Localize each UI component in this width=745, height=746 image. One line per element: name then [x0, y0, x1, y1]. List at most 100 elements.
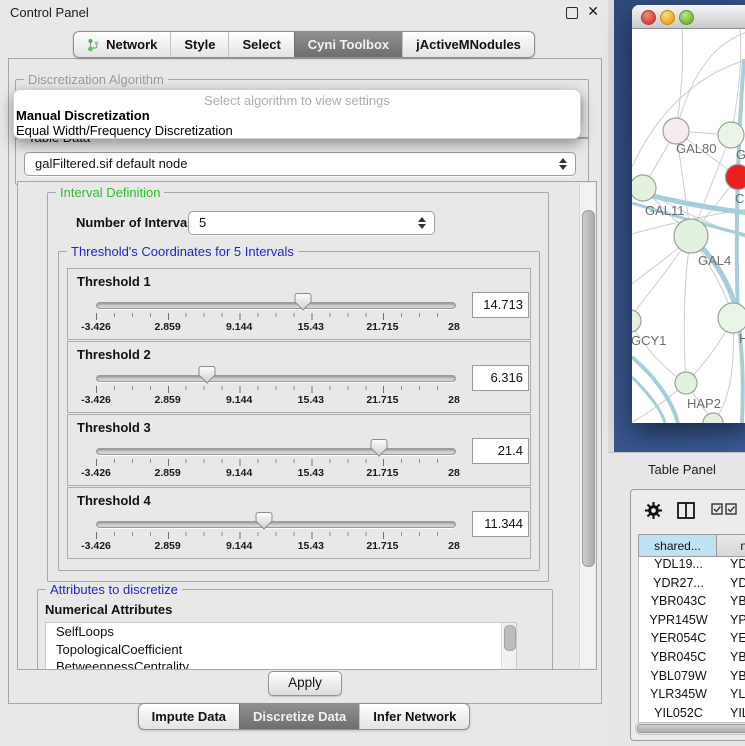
number-of-intervals-combobox[interactable]: 5 [188, 211, 435, 235]
tab-discretize-data[interactable]: Discretize Data [239, 704, 359, 729]
table-row[interactable]: YBL079WYBL0 [639, 669, 745, 688]
tab-infer-network[interactable]: Infer Network [359, 704, 469, 729]
tab-network-label: Network [106, 37, 157, 52]
table-body: YDL19...YDL1 YDR27...YDR2 YBR043CYBR0 YP… [638, 557, 745, 724]
threshold-1-value-field[interactable]: 14.713 [472, 292, 529, 318]
node-hap2[interactable] [675, 372, 697, 394]
table-row[interactable]: YDR27...YDR2 [639, 576, 745, 595]
table-row[interactable]: YER054CYER0 [639, 631, 745, 650]
zoom-traffic-light-icon[interactable] [679, 10, 694, 25]
tab-jactivemnodules[interactable]: jActiveMNodules [402, 32, 534, 57]
network-window-titlebar[interactable] [632, 5, 745, 29]
node-label: C [735, 191, 744, 206]
table-horizontal-scrollbar[interactable] [635, 722, 745, 735]
table-data-value: galFiltered.sif default node [35, 156, 187, 171]
table-row[interactable]: YLR345WYLR3 [639, 687, 745, 706]
slider-tick-labels: -3.4262.8599.14415.4321.71528 [96, 394, 454, 406]
list-item-topologicalcoefficient[interactable]: TopologicalCoefficient [46, 641, 516, 659]
bottom-tab-row: Impute Data Discretize Data Infer Networ… [0, 703, 608, 730]
close-traffic-light-icon[interactable] [641, 10, 656, 25]
node-h[interactable] [718, 303, 745, 333]
slider-major-ticks [96, 313, 455, 320]
table-row[interactable]: YDL19...YDL1 [639, 557, 745, 576]
checkboxes-icon[interactable] [711, 502, 737, 516]
top-tab-row: Network Style Select Cyni Toolbox jActiv… [0, 31, 608, 58]
slider-tick-labels: -3.4262.8599.14415.4321.71528 [96, 467, 454, 479]
node-label: GAL80 [676, 141, 716, 156]
columns-icon[interactable] [677, 502, 695, 519]
table-panel-toolbar [631, 490, 745, 528]
tab-select[interactable]: Select [228, 32, 293, 57]
column-header-shared-name[interactable]: shared... [638, 534, 717, 557]
table-panel-frame: shared... na YDL19...YDL1 YDR27...YDR2 Y… [630, 489, 745, 741]
algorithm-popup-prompt: Select algorithm to view settings [14, 93, 580, 108]
table-row[interactable]: YBR043CYBR0 [639, 594, 745, 613]
numerical-attributes-label: Numerical Attributes [45, 602, 172, 617]
float-window-icon[interactable] [566, 7, 578, 19]
node-label: HAP2 [687, 396, 721, 411]
node-gal4[interactable] [674, 219, 708, 253]
table-data-group: Table Data galFiltered.sif default node [15, 137, 589, 185]
thresholds-group: Threshold's Coordinates for 5 Intervals … [58, 251, 540, 571]
popup-item-equal-width-frequency[interactable]: Equal Width/Frequency Discretization [14, 123, 580, 138]
discretization-algorithm-title: Discretization Algorithm [24, 72, 168, 87]
node-ga[interactable] [718, 122, 744, 148]
node-red-selected[interactable] [726, 165, 745, 190]
threshold-2-value-field[interactable]: 6.316 [472, 365, 529, 391]
threshold-3-value-field[interactable]: 21.4 [472, 438, 529, 464]
threshold-1-label: Threshold 1 [77, 274, 151, 289]
combo-stepper-icon [559, 153, 569, 175]
slider-major-ticks [96, 386, 455, 393]
attributes-group: Attributes to discretize Numerical Attri… [37, 589, 553, 670]
apply-button[interactable]: Apply [268, 671, 342, 696]
node-label: GCY1 [632, 333, 666, 348]
node-table: shared... na YDL19...YDL1 YDR27...YDR2 Y… [638, 534, 745, 724]
thresholds-group-title: Threshold's Coordinates for 5 Intervals [67, 244, 298, 259]
table-data-combobox[interactable]: galFiltered.sif default node [24, 152, 576, 176]
tab-style[interactable]: Style [170, 32, 228, 57]
tab-cyni-toolbox[interactable]: Cyni Toolbox [294, 32, 402, 57]
threshold-row-3: Threshold 3 -3.4262.8599.14415.4321.7152… [67, 414, 531, 486]
tab-network[interactable]: Network [74, 32, 170, 57]
slider-tick-labels: -3.4262.8599.14415.4321.71528 [96, 540, 454, 552]
combo-stepper-icon [418, 212, 428, 234]
threshold-4-value-field[interactable]: 11.344 [472, 511, 529, 537]
number-of-intervals-label: Number of Intervals [76, 215, 198, 230]
numerical-attributes-list: SelfLoops TopologicalCoefficient Between… [45, 622, 517, 670]
popup-item-manual-discretization[interactable]: Manual Discretization [14, 108, 580, 123]
gear-icon[interactable] [645, 502, 662, 519]
threshold-row-4: Threshold 4 -3.4262.8599.14415.4321.7152… [67, 487, 531, 559]
list-item-selfloops[interactable]: SelfLoops [46, 623, 516, 641]
attributes-group-title: Attributes to discretize [46, 582, 182, 597]
node-label: GAL11 [645, 203, 685, 218]
control-panel: Control Panel ✕ Network Style Select Cyn… [0, 0, 608, 745]
node-gal11[interactable] [632, 175, 656, 201]
table-row[interactable]: YBR045CYBR0 [639, 650, 745, 669]
tab-impute-data[interactable]: Impute Data [139, 704, 239, 729]
table-row[interactable]: YPR145WYPR1 [639, 613, 745, 632]
list-scrollbar[interactable] [501, 623, 516, 670]
right-side: GAL80 GA C GAL11 GAL4 GCY1 H HAP2 Table … [608, 0, 745, 745]
network-canvas[interactable]: GAL80 GA C GAL11 GAL4 GCY1 H HAP2 [632, 29, 745, 423]
node-label: H [739, 331, 745, 346]
minimize-traffic-light-icon[interactable] [660, 10, 675, 25]
threshold-row-1: Threshold 1 -3.4262.8599.14415.4321.7152… [67, 268, 531, 340]
node-bottom-partial[interactable] [703, 413, 723, 423]
settings-scrollbar-thumb[interactable] [582, 210, 595, 567]
table-panel-title: Table Panel [648, 462, 716, 477]
slider-major-ticks [96, 459, 455, 466]
table-horizontal-scrollbar-thumb[interactable] [637, 724, 745, 733]
settings-scrollbar[interactable] [579, 183, 595, 668]
node-gcy1[interactable] [632, 310, 641, 332]
settings-scrollpane: Interval Definition Number of Intervals … [17, 181, 597, 670]
threshold-3-label: Threshold 3 [77, 420, 151, 435]
network-graph: GAL80 GA C GAL11 GAL4 GCY1 H HAP2 [632, 29, 745, 423]
list-item-betweennesscentrality[interactable]: BetweennessCentrality [46, 658, 516, 670]
close-icon[interactable]: ✕ [587, 3, 599, 20]
threshold-4-label: Threshold 4 [77, 493, 151, 508]
slider-major-ticks [96, 532, 455, 539]
list-scrollbar-thumb[interactable] [504, 625, 516, 651]
control-panel-title: Control Panel [10, 5, 89, 20]
algorithm-popup: Select algorithm to view settings Manual… [13, 89, 581, 139]
column-header-name[interactable]: na [717, 534, 745, 557]
